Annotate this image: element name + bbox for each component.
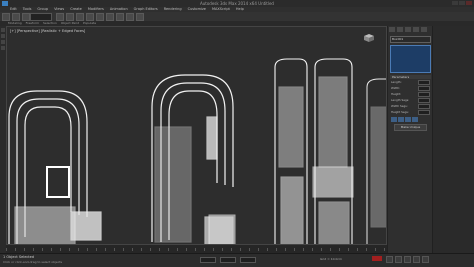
auto-key-button[interactable]	[372, 256, 382, 261]
grid-info: Grid = 10.0cm	[320, 257, 342, 261]
param-row-length-segs: Length Segs:	[391, 98, 430, 103]
status-bar: 1 Object Selected Click or click-and-dra…	[0, 253, 474, 267]
select-by-name-icon[interactable]	[66, 13, 74, 21]
param-row-length: Length:	[391, 80, 430, 85]
param-row-width-segs: Width Segs:	[391, 104, 430, 109]
mirror-icon[interactable]	[116, 13, 124, 21]
timeline-ticks	[6, 248, 387, 251]
param-row-height-segs: Height Segs:	[391, 110, 430, 115]
snap-icon[interactable]	[106, 13, 114, 21]
param-row-width: Width:	[391, 86, 430, 91]
modifier-stack-list[interactable]	[390, 45, 431, 73]
param-label: Width:	[391, 86, 401, 90]
hierarchy-tab-icon[interactable]	[405, 27, 411, 32]
tower-c	[366, 78, 386, 247]
modify-tab-icon[interactable]	[397, 27, 403, 32]
x-coordinate-field[interactable]	[200, 257, 216, 263]
strip-move-icon[interactable]	[1, 34, 5, 38]
parameters-rollout-header[interactable]: Parameters	[390, 75, 431, 79]
tool-button-2[interactable]	[398, 117, 404, 122]
align-icon[interactable]	[126, 13, 134, 21]
selection-filter-dropdown[interactable]	[30, 13, 52, 21]
param-label: Width Segs:	[391, 104, 408, 108]
viewcube-icon[interactable]	[362, 33, 376, 43]
undo-icon[interactable]	[2, 13, 10, 21]
selection-status: 1 Object Selected	[3, 255, 35, 259]
strip-scale-icon[interactable]	[1, 46, 5, 50]
length-spinner[interactable]	[418, 80, 430, 85]
toolbar-icons-2	[56, 13, 144, 21]
param-label: Height Segs:	[391, 110, 409, 114]
z-coordinate-field[interactable]	[240, 257, 256, 263]
perspective-viewport[interactable]: [+] [Perspective] [Realistic + Edged Fac…	[6, 26, 387, 253]
param-row-height: Height:	[391, 92, 430, 97]
prompt-line: Click or click-and-drag to select object…	[3, 260, 63, 264]
display-tab-icon[interactable]	[421, 27, 427, 32]
tower-a	[274, 58, 308, 248]
tower-b	[312, 58, 354, 248]
play-icon[interactable]	[404, 256, 411, 263]
height-segs-spinner[interactable]	[418, 110, 430, 115]
render-icon[interactable]	[136, 13, 144, 21]
title-bar: Autodesk 3ds Max 2014 x64 Untitled	[0, 0, 474, 7]
viewport-label[interactable]: [+] [Perspective] [Realistic + Edged Fac…	[10, 29, 85, 33]
tool-button-4[interactable]	[412, 117, 418, 122]
length-segs-spinner[interactable]	[418, 98, 430, 103]
arch-left	[8, 90, 102, 248]
goto-start-icon[interactable]	[386, 256, 393, 263]
move-icon[interactable]	[76, 13, 84, 21]
scene-explorer-panel	[432, 26, 474, 253]
coordinate-fields	[200, 257, 256, 263]
window-title: Autodesk 3ds Max 2014 x64 Untitled	[200, 1, 274, 6]
command-panel-tabs	[388, 26, 433, 34]
y-coordinate-field[interactable]	[220, 257, 236, 263]
strip-select-icon[interactable]	[1, 28, 5, 32]
width-segs-spinner[interactable]	[418, 104, 430, 109]
make-unique-button[interactable]: Make Unique	[394, 124, 427, 131]
minimize-button[interactable]	[452, 1, 458, 5]
param-label: Length Segs:	[391, 98, 410, 102]
tool-button-3[interactable]	[405, 117, 411, 122]
tool-button-1[interactable]	[391, 117, 397, 122]
object-name-field[interactable]: Box001	[390, 36, 431, 43]
param-label: Height:	[391, 92, 402, 96]
strip-rotate-icon[interactable]	[1, 40, 5, 44]
maximize-button[interactable]	[459, 1, 465, 5]
link-icon[interactable]	[22, 13, 30, 21]
toolbar-icons	[2, 13, 30, 21]
command-panel: Box001 Parameters Length: Width: Height:…	[387, 26, 433, 253]
redo-icon[interactable]	[12, 13, 20, 21]
next-frame-icon[interactable]	[413, 256, 420, 263]
close-button[interactable]	[466, 1, 472, 5]
param-label: Length:	[391, 80, 402, 84]
select-object-icon[interactable]	[56, 13, 64, 21]
playback-controls	[386, 256, 429, 263]
prev-frame-icon[interactable]	[395, 256, 402, 263]
width-spinner[interactable]	[418, 86, 430, 91]
create-tab-icon[interactable]	[389, 27, 395, 32]
goto-end-icon[interactable]	[422, 256, 429, 263]
rotate-icon[interactable]	[86, 13, 94, 21]
viewport-scene	[7, 58, 386, 252]
scale-icon[interactable]	[96, 13, 104, 21]
tool-button-row	[391, 117, 430, 122]
motion-tab-icon[interactable]	[413, 27, 419, 32]
height-spinner[interactable]	[418, 92, 430, 97]
